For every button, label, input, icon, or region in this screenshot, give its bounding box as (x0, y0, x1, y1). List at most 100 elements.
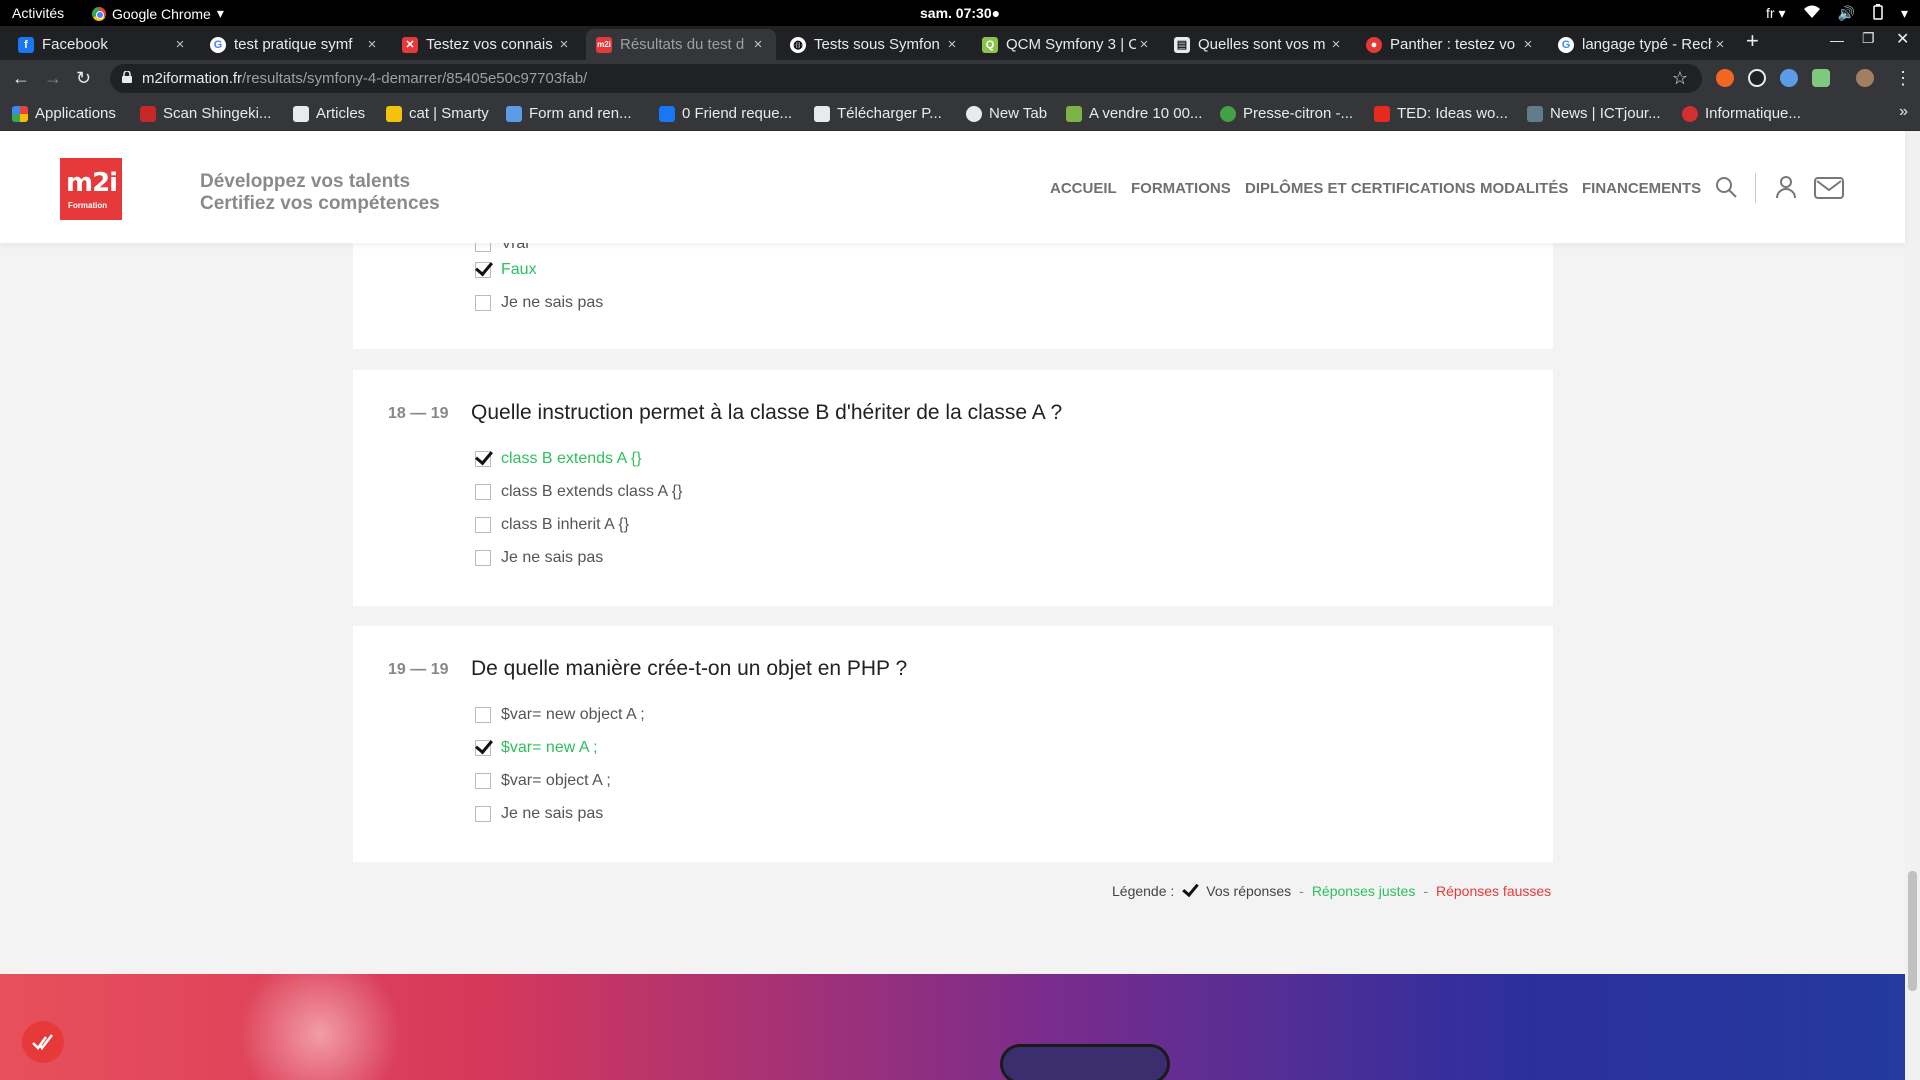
tab-langage-type[interactable]: G langage typé - Rech × (1548, 29, 1738, 60)
tab-label: test pratique symf (234, 36, 353, 53)
bookmark-informatique[interactable]: Informatique... (1682, 105, 1801, 122)
bookmark-newtab[interactable]: New Tab (966, 105, 1047, 122)
more-bookmarks-icon[interactable]: » (1899, 103, 1908, 121)
answer-option[interactable]: Je ne sais pas (475, 805, 603, 823)
close-icon[interactable]: × (556, 36, 572, 53)
tab-qcm-symfony[interactable]: Q QCM Symfony 3 | C × (972, 29, 1162, 60)
checkbox-checked[interactable] (475, 740, 491, 756)
scrollbar-thumb[interactable] (1908, 871, 1917, 991)
site-header: m2i Formation Développez vos talents Cer… (0, 131, 1905, 243)
back-icon[interactable]: ← (12, 68, 30, 89)
page-scrollbar[interactable] (1905, 131, 1920, 1080)
bookmark-news[interactable]: News | ICTjour... (1527, 105, 1661, 122)
question-card-18: 18 — 19 Quelle instruction permet à la c… (353, 370, 1553, 606)
checkbox[interactable] (475, 707, 491, 723)
checkbox[interactable] (475, 550, 491, 566)
tab-facebook[interactable]: f Facebook × (8, 29, 198, 60)
page-viewport: m2i Formation Développez vos talents Cer… (0, 131, 1920, 1080)
checkbox[interactable] (475, 517, 491, 533)
activities-button[interactable]: Activités (12, 5, 64, 21)
answer-option[interactable]: $var= new object A ; (475, 706, 645, 724)
answer-text: $var= new object A ; (501, 706, 645, 723)
tab-resultats[interactable]: m2i Résultats du test d × (586, 29, 776, 60)
bookmark-scan[interactable]: Scan Shingeki... (140, 105, 271, 122)
user-icon[interactable] (1774, 175, 1798, 204)
bookmark-smarty[interactable]: cat | Smarty (386, 105, 489, 122)
app-menu[interactable]: Google Chrome ▾ (92, 5, 224, 22)
address-bar[interactable]: m2iformation.fr/resultats/symfony-4-dema… (110, 64, 1702, 93)
close-icon[interactable]: × (1136, 36, 1152, 53)
clock[interactable]: sam. 07:30● (920, 5, 1000, 21)
os-top-bar: Activités Google Chrome ▾ sam. 07:30● fr… (0, 0, 1920, 26)
answer-option[interactable]: class B extends class A {} (475, 483, 682, 501)
tab-test-pratique[interactable]: G test pratique symf × (200, 29, 390, 60)
language-indicator[interactable]: fr ▾ (1766, 5, 1785, 22)
checkbox[interactable] (475, 295, 491, 311)
bookmark-form[interactable]: Form and ren... (506, 105, 632, 122)
page-icon: ▤ (1174, 36, 1190, 53)
close-window-icon[interactable]: ✕ (1896, 29, 1909, 49)
nav-modalites[interactable]: MODALITÉS (1480, 180, 1568, 197)
checkbox[interactable] (475, 806, 491, 822)
close-icon[interactable]: × (364, 36, 380, 53)
google-icon: G (1558, 36, 1574, 53)
answer-option[interactable]: class B extends A {} (475, 450, 642, 468)
nav-financements[interactable]: FINANCEMENTS (1582, 180, 1701, 197)
new-tab-button[interactable]: + (1746, 28, 1759, 54)
close-icon[interactable]: × (1520, 36, 1536, 53)
answer-option[interactable]: $var= object A ; (475, 772, 611, 790)
tab-panther[interactable]: ● Panther : testez vo × (1356, 29, 1546, 60)
bookmark-ted[interactable]: TED: Ideas wo... (1374, 105, 1508, 122)
tab-quelles-sont[interactable]: ▤ Quelles sont vos m × (1164, 29, 1354, 60)
checkbox[interactable] (475, 773, 491, 789)
bookmark-telecharger[interactable]: Télécharger P... (814, 105, 942, 122)
close-icon[interactable]: × (750, 36, 766, 53)
answer-option[interactable]: Faux (475, 261, 537, 279)
tab-testez-vos-connais[interactable]: ✕ Testez vos connais × (392, 29, 582, 60)
tab-label: Testez vos connais (426, 36, 553, 53)
answer-text: class B inherit A {} (501, 516, 630, 533)
search-icon[interactable] (1714, 175, 1738, 204)
close-icon[interactable]: × (1712, 36, 1728, 53)
extension-icon[interactable] (1812, 69, 1830, 87)
checklist-fab-button[interactable] (22, 1021, 64, 1063)
system-tray[interactable]: fr ▾ 🔊 ▾ (1766, 4, 1908, 23)
nav-accueil[interactable]: ACCUEIL (1050, 180, 1117, 197)
answer-text: class B extends class A {} (501, 483, 683, 500)
close-icon[interactable]: × (172, 36, 188, 53)
bookmark-presse[interactable]: Presse-citron -... (1220, 105, 1353, 122)
answer-option[interactable]: class B inherit A {} (475, 516, 629, 534)
close-icon[interactable]: × (944, 36, 960, 53)
answer-option[interactable]: Je ne sais pas (475, 294, 603, 312)
extension-icon[interactable] (1748, 69, 1766, 87)
question-text: Quelle instruction permet à la classe B … (471, 401, 1063, 424)
listing-icon (1066, 105, 1082, 122)
star-icon[interactable]: ☆ (1672, 68, 1688, 89)
answer-option[interactable]: Je ne sais pas (475, 549, 603, 567)
mail-icon[interactable] (1814, 177, 1844, 204)
checkbox-checked[interactable] (475, 262, 491, 278)
site-logo[interactable]: m2i Formation (60, 158, 122, 220)
bookmark-articles[interactable]: Articles (293, 105, 365, 122)
nav-diplomes[interactable]: DIPLÔMES ET CERTIFICATIONS (1245, 180, 1476, 197)
bookmark-applications[interactable]: Applications (12, 105, 116, 122)
avatar[interactable] (1856, 69, 1874, 87)
bookmark-label: A vendre 10 00... (1089, 105, 1203, 122)
maximize-icon[interactable]: ❐ (1862, 30, 1875, 47)
forward-icon[interactable]: → (44, 68, 62, 89)
menu-kebab-icon[interactable]: ⋮ (1894, 68, 1912, 89)
checkbox-checked[interactable] (475, 451, 491, 467)
bookmark-avendre[interactable]: A vendre 10 00... (1066, 105, 1202, 122)
reload-icon[interactable]: ↻ (76, 68, 91, 89)
tab-tests-sous-symfony[interactable]: ◍ Tests sous Symfon × (780, 29, 970, 60)
answer-option[interactable]: $var= new A ; (475, 739, 598, 757)
browser-toolbar: ← → ↻ m2iformation.fr/resultats/symfony-… (0, 60, 1920, 97)
minimize-icon[interactable]: — (1830, 32, 1844, 48)
close-icon[interactable]: × (1328, 36, 1344, 53)
checkbox[interactable] (475, 484, 491, 500)
extension-icon[interactable] (1780, 69, 1798, 87)
extension-icon[interactable] (1716, 69, 1734, 87)
bookmark-friend[interactable]: 0 Friend reque... (659, 105, 792, 122)
bookmark-label: Articles (316, 105, 366, 122)
nav-formations[interactable]: FORMATIONS (1131, 180, 1231, 197)
